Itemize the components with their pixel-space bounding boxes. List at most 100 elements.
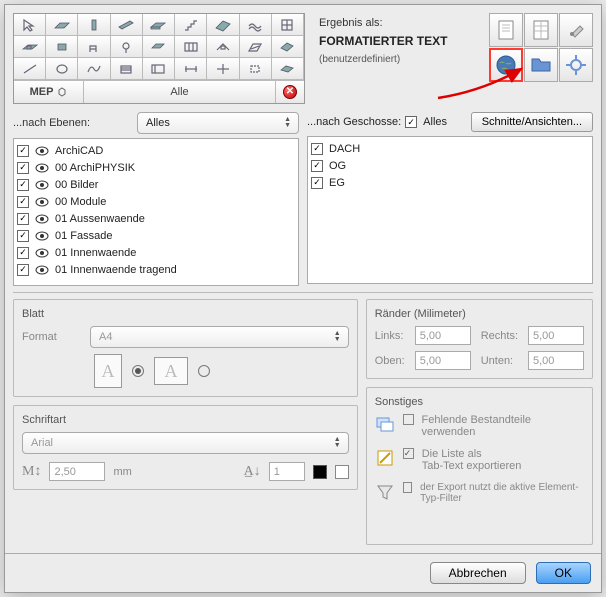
tool-dimension[interactable] (175, 58, 207, 80)
tool-palette: MEP Alle ✕ (13, 13, 305, 104)
use-type-filter-checkbox[interactable] (403, 482, 412, 493)
mode-globe-icon[interactable] (489, 48, 523, 82)
mep-button[interactable]: MEP (14, 81, 84, 103)
tool-column[interactable] (78, 14, 110, 36)
list-item-label: 00 ArchiPHYSIK (55, 162, 135, 174)
missing-parts-checkbox[interactable] (403, 414, 414, 425)
margin-right-input[interactable] (528, 326, 584, 345)
palette-all-button[interactable]: Alle (84, 81, 276, 103)
tool-grid (14, 14, 304, 80)
orientation-portrait-icon: A (94, 354, 122, 388)
checkbox[interactable] (17, 179, 29, 191)
mode-table-icon[interactable] (524, 13, 558, 47)
list-item[interactable]: DACH (311, 140, 589, 157)
tool-lamp-icon[interactable] (111, 36, 143, 58)
font-panel: Schriftart Arial ▲▼ M↕ mm A̲↓ (13, 405, 358, 490)
tool-roof[interactable] (207, 14, 239, 36)
sections-views-button[interactable]: Schnitte/Ansichten... (471, 112, 593, 132)
checkbox[interactable] (311, 160, 323, 172)
tool-wall[interactable] (46, 14, 78, 36)
checkbox[interactable] (17, 196, 29, 208)
story-all-checkbox[interactable] (405, 116, 417, 128)
combo-arrows-icon: ▲▼ (284, 117, 290, 129)
layer-filter-combo[interactable]: Alles ▲▼ (137, 112, 299, 134)
tool-shell[interactable] (240, 36, 272, 58)
tool-morph-icon[interactable] (272, 36, 304, 58)
mode-settings-icon[interactable] (559, 13, 593, 47)
format-combo[interactable]: A4 ▲▼ (90, 326, 349, 348)
orientation-landscape-radio[interactable] (198, 365, 210, 377)
mode-doc-icon[interactable] (489, 13, 523, 47)
tool-curtain-wall[interactable] (175, 36, 207, 58)
leading-input[interactable] (269, 462, 305, 481)
list-item[interactable]: 01 Innenwaende (17, 244, 295, 261)
tool-bottom-row: MEP Alle ✕ (14, 80, 304, 103)
eye-icon (35, 146, 49, 156)
mode-folder-icon[interactable] (524, 48, 558, 82)
tool-hotspot[interactable] (207, 58, 239, 80)
list-item[interactable]: OG (311, 157, 589, 174)
eye-icon (35, 163, 49, 173)
tool-fill-icon[interactable] (111, 58, 143, 80)
list-item-label: EG (329, 177, 345, 189)
mode-gear-icon[interactable] (559, 48, 593, 82)
tool-line[interactable] (14, 58, 46, 80)
margin-left-input[interactable] (415, 326, 471, 345)
margins-panel: Ränder (Milimeter) Links: Rechts: Oben: … (366, 299, 593, 379)
font-size-input[interactable] (49, 462, 105, 481)
checkbox[interactable] (311, 143, 323, 155)
list-item[interactable]: 00 Module (17, 193, 295, 210)
checkbox[interactable] (17, 230, 29, 242)
mep-label: MEP (30, 86, 54, 98)
margin-bottom-input[interactable] (528, 351, 584, 370)
color-square-white[interactable] (335, 465, 349, 479)
layer-filter-combo-value: Alles (146, 117, 170, 129)
palette-close-button[interactable]: ✕ (276, 81, 304, 103)
story-listbox[interactable]: DACH OG EG (307, 136, 593, 284)
font-name-combo[interactable]: Arial ▲▼ (22, 432, 349, 454)
tool-beam[interactable] (111, 14, 143, 36)
tool-stair[interactable] (175, 14, 207, 36)
color-square-black[interactable] (313, 465, 327, 479)
list-item[interactable]: 01 Innenwaende tragend (17, 261, 295, 278)
list-item-label: 01 Innenwaende (55, 247, 136, 259)
eye-icon (35, 214, 49, 224)
tool-slab[interactable] (143, 14, 175, 36)
list-item[interactable]: EG (311, 174, 589, 191)
tool-spline-icon[interactable] (78, 58, 110, 80)
checkbox[interactable] (311, 177, 323, 189)
list-item[interactable]: 01 Aussenwaende (17, 210, 295, 227)
list-item[interactable]: 00 Bilder (17, 176, 295, 193)
tool-text-icon[interactable] (143, 58, 175, 80)
ok-button[interactable]: OK (536, 562, 591, 584)
orientation-portrait-radio[interactable] (132, 365, 144, 377)
list-item[interactable]: ArchiCAD (17, 142, 295, 159)
margin-right-label: Rechts: (481, 330, 518, 342)
list-item[interactable]: 00 ArchiPHYSIK (17, 159, 295, 176)
checkbox[interactable] (17, 162, 29, 174)
tool-door[interactable] (14, 36, 46, 58)
list-item[interactable]: 01 Fassade (17, 227, 295, 244)
checkbox[interactable] (17, 264, 29, 276)
tool-skylight[interactable] (207, 36, 239, 58)
tool-section[interactable] (240, 58, 272, 80)
list-item-label: 00 Module (55, 196, 106, 208)
tool-mesh[interactable] (240, 14, 272, 36)
tool-window[interactable] (272, 14, 304, 36)
tool-arrow[interactable] (14, 14, 46, 36)
orientation-landscape-icon: A (154, 357, 188, 385)
tool-circle[interactable] (46, 58, 78, 80)
checkbox[interactable] (17, 213, 29, 225)
export-tab-checkbox[interactable] (403, 448, 414, 459)
tool-chair-icon[interactable] (78, 36, 110, 58)
margin-top-input[interactable] (415, 351, 471, 370)
layer-listbox[interactable]: ArchiCAD 00 ArchiPHYSIK 00 Bilder 00 Mod… (13, 138, 299, 286)
tool-zone-icon[interactable] (143, 36, 175, 58)
checkbox[interactable] (17, 247, 29, 259)
margin-left-label: Links: (375, 330, 405, 342)
funnel-icon (375, 482, 395, 502)
tool-object[interactable] (46, 36, 78, 58)
cancel-button[interactable]: Abbrechen (430, 562, 526, 584)
checkbox[interactable] (17, 145, 29, 157)
tool-elevation[interactable] (272, 58, 304, 80)
